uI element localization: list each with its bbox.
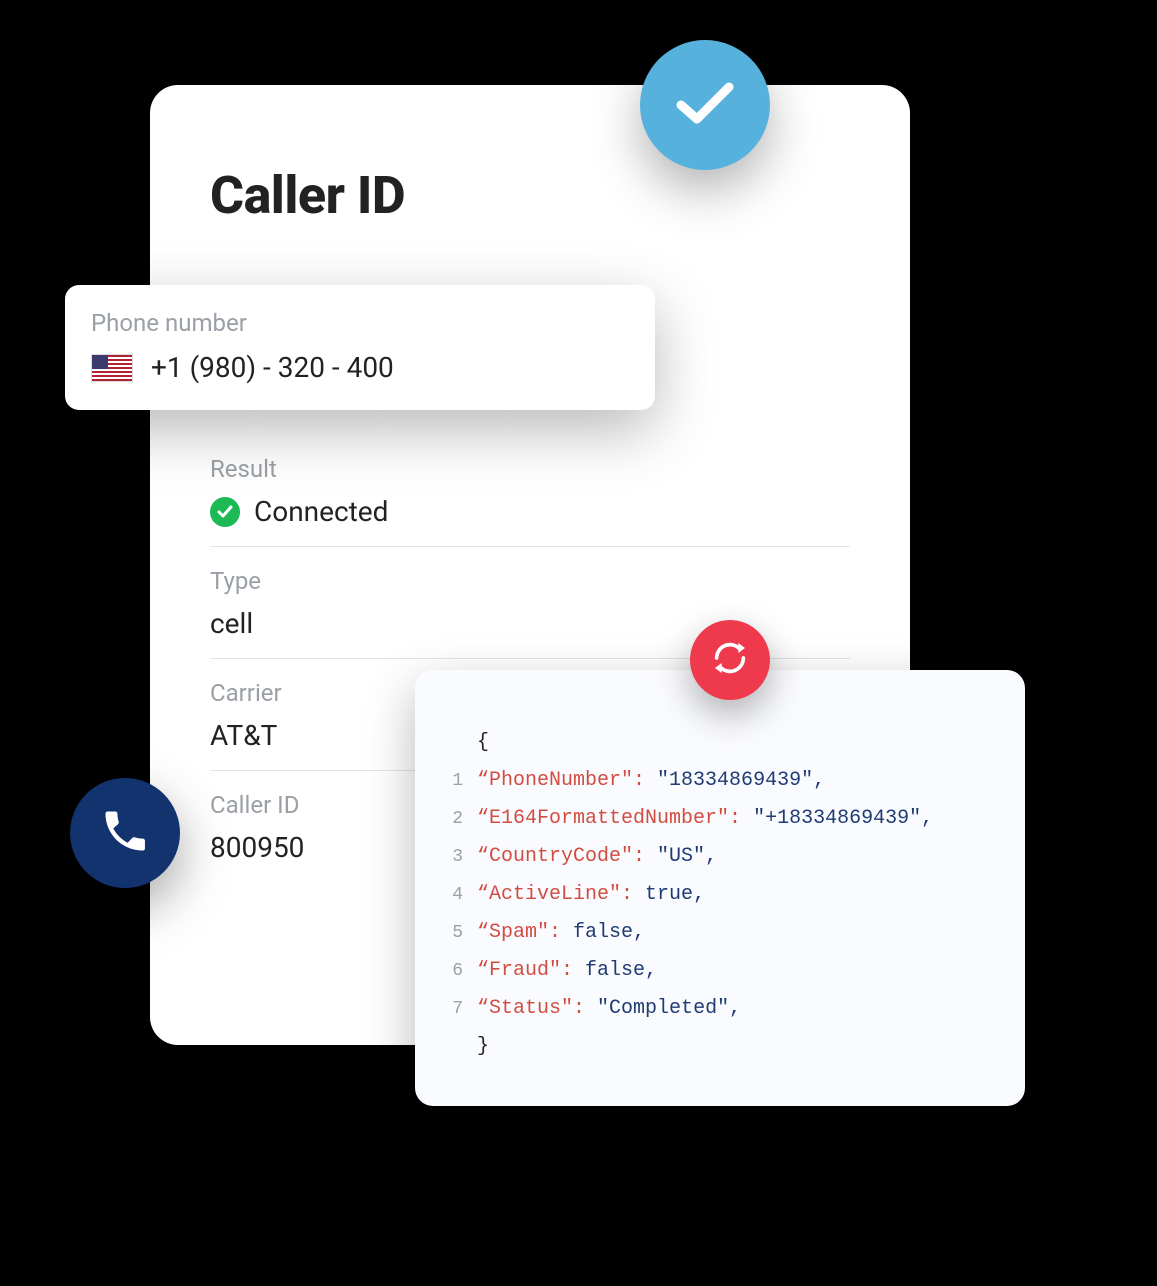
- code-line: 3 “CountryCode": "US",: [445, 838, 995, 876]
- type-label: Type: [210, 567, 850, 595]
- code-line: 4 “ActiveLine": true,: [445, 876, 995, 914]
- line-number: 1: [445, 764, 463, 798]
- code-text: “Spam": false,: [477, 914, 645, 952]
- check-icon: [675, 79, 735, 131]
- result-row: Result Connected: [210, 435, 850, 547]
- code-text: “Fraud": false,: [477, 952, 657, 990]
- line-number: 7: [445, 992, 463, 1026]
- phone-badge: [70, 778, 180, 888]
- code-line: 1 “PhoneNumber": "18334869439",: [445, 762, 995, 800]
- result-value: Connected: [254, 495, 388, 528]
- line-number: 2: [445, 802, 463, 836]
- phone-icon: [99, 805, 151, 861]
- line-number: 6: [445, 954, 463, 988]
- code-line: 7 “Status": "Completed",: [445, 990, 995, 1028]
- line-number: 3: [445, 840, 463, 874]
- refresh-icon: [710, 638, 750, 682]
- verified-check-badge: [640, 40, 770, 170]
- code-line: 6 “Fraud": false,: [445, 952, 995, 990]
- success-check-icon: [210, 497, 240, 527]
- line-number: 5: [445, 916, 463, 950]
- code-text: “ActiveLine": true,: [477, 876, 705, 914]
- code-text: “CountryCode": "US",: [477, 838, 717, 876]
- code-open-brace: {: [445, 724, 995, 762]
- code-text: “PhoneNumber": "18334869439",: [477, 762, 825, 800]
- refresh-badge[interactable]: [690, 620, 770, 700]
- phone-number-label: Phone number: [91, 309, 629, 337]
- api-response-code: { 1 “PhoneNumber": "18334869439", 2 “E164Fo…: [415, 670, 1025, 1106]
- code-text: “E164FormattedNumber": "+18334869439",: [477, 800, 933, 838]
- code-text: “Status": "Completed",: [477, 990, 741, 1028]
- code-line: 5 “Spam": false,: [445, 914, 995, 952]
- phone-number-field[interactable]: Phone number +1 (980) - 320 - 400: [65, 285, 655, 410]
- line-number: 4: [445, 878, 463, 912]
- phone-number-value: +1 (980) - 320 - 400: [151, 351, 394, 384]
- code-line: 2 “E164FormattedNumber": "+18334869439",: [445, 800, 995, 838]
- page-title: Caller ID: [210, 165, 850, 226]
- us-flag-icon: [91, 354, 133, 382]
- result-label: Result: [210, 455, 850, 483]
- code-close-brace: }: [445, 1028, 995, 1066]
